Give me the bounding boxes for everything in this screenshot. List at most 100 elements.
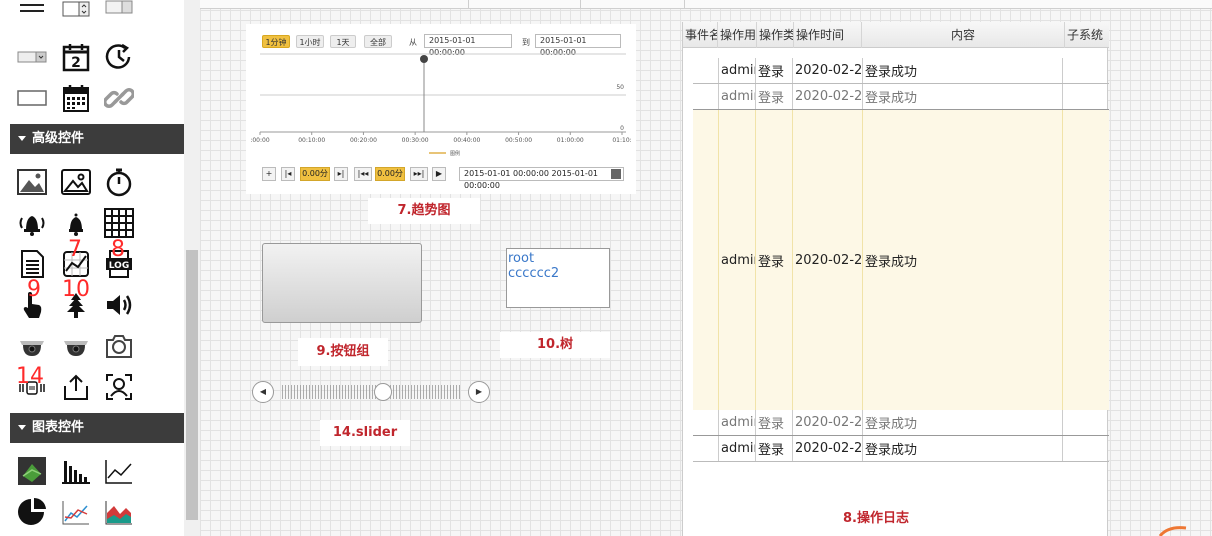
group-header-advanced[interactable]: 高级控件	[10, 124, 184, 154]
slider-left-button[interactable]: ◀	[252, 381, 274, 403]
cell-user: admin	[719, 410, 756, 435]
col-header-event[interactable]: 事件名	[683, 22, 718, 48]
group-header-chart[interactable]: 图表控件	[10, 413, 184, 443]
alarm-icon[interactable]	[17, 208, 47, 238]
calendar-icon[interactable]	[61, 83, 91, 113]
cell-content: 登录成功	[863, 410, 1063, 435]
pie-chart-icon[interactable]	[17, 497, 47, 527]
slider-widget[interactable]: ◀ ▶	[250, 378, 492, 406]
calendar-day-icon[interactable]: 2	[61, 42, 91, 72]
image-icon[interactable]	[61, 167, 91, 197]
slider-right-button[interactable]: ▶	[468, 381, 490, 403]
first-button[interactable]: |◂	[281, 167, 295, 181]
y-tick-label: 0	[620, 125, 624, 132]
tree-node[interactable]: root	[508, 251, 609, 266]
line-chart-icon[interactable]	[104, 456, 134, 486]
zoom-in-button[interactable]: +	[262, 167, 276, 181]
grid-icon[interactable]	[104, 208, 134, 238]
log-icon[interactable]: LOG	[104, 249, 134, 279]
step-forward-value[interactable]: 0.00分	[375, 167, 405, 181]
x-tick-label: 01:00:00	[557, 137, 584, 144]
fast-forward-button[interactable]: ▸▸|	[410, 167, 428, 181]
table-row[interactable]: admin登录2020-02-2登录成功	[693, 436, 1109, 462]
col-header-subsystem[interactable]: 子系统	[1065, 22, 1109, 48]
picture-icon[interactable]	[17, 167, 47, 197]
list-icon[interactable]	[17, 0, 47, 20]
operation-log-widget[interactable]: 事件名 操作用 操作类 操作时间 内容 子系统 admin登录2020-02-2…	[682, 22, 1109, 536]
step-forward-button[interactable]: ▸|	[334, 167, 348, 181]
col-header-op-time[interactable]: 操作时间	[794, 22, 862, 48]
stopwatch-icon[interactable]	[104, 167, 134, 197]
speaker-icon[interactable]	[104, 290, 134, 320]
cell-user: admin	[719, 58, 756, 83]
table-row[interactable]: admin登录2020-02-2登录成功	[693, 84, 1109, 110]
trend-plot[interactable]: 50 0 :00:00 00:10:00 00:20:00 00:30:00 00:40…	[246, 52, 636, 164]
camera-dome-icon[interactable]	[17, 331, 47, 361]
step-back-value[interactable]: 0.00分	[300, 167, 330, 181]
play-button[interactable]: ▶	[432, 167, 446, 181]
log-caption: 8.操作日志	[826, 506, 926, 532]
area-chart-icon[interactable]	[104, 497, 134, 527]
from-label: 从	[409, 38, 417, 47]
to-date-input[interactable]: 2015-01-01 00:00:00	[535, 34, 621, 57]
stepper-icon[interactable]	[61, 0, 91, 22]
tree-icon[interactable]	[61, 290, 91, 320]
from-date-input[interactable]: 2015-01-01 00:00:00	[424, 34, 512, 57]
button-hand-icon[interactable]	[17, 290, 47, 320]
button-group-widget[interactable]	[262, 243, 422, 323]
document-icon[interactable]	[17, 249, 47, 279]
textbox-icon[interactable]	[17, 83, 47, 113]
toolbar-separator	[580, 0, 581, 9]
rewind-button[interactable]: |◂◂	[354, 167, 372, 181]
trend-caption: 7.趋势图	[368, 198, 480, 224]
range-button-1min[interactable]: 1分钟	[262, 35, 290, 48]
corner-resize-icon[interactable]	[1158, 524, 1188, 536]
slider-icon[interactable]	[17, 372, 47, 402]
link-icon[interactable]	[104, 83, 134, 113]
x-tick-label: 01:10:	[612, 137, 631, 144]
face-icon[interactable]	[104, 372, 134, 402]
range-button-1hour[interactable]: 1小时	[296, 35, 324, 48]
table-row[interactable]: admin登录2020-02-2登录成功	[693, 410, 1109, 436]
dropdown-icon[interactable]	[104, 0, 134, 20]
col-header-operator[interactable]: 操作用	[718, 22, 757, 48]
switch-icon[interactable]	[17, 42, 47, 72]
share-icon[interactable]	[61, 372, 91, 402]
cell-subsystem	[1063, 110, 1109, 410]
slider-track[interactable]	[282, 385, 462, 399]
trend-chart-widget[interactable]: 1分钟 1小时 1天 全部 从 2015-01-01 00:00:00 到 20…	[246, 24, 636, 194]
multi-line-chart-icon[interactable]	[61, 497, 91, 527]
cell-time: 2020-02-2	[793, 410, 863, 435]
range-button-all[interactable]: 全部	[364, 35, 392, 48]
tree-node[interactable]: cccccc2	[508, 266, 609, 281]
3d-chart-icon[interactable]	[17, 456, 47, 486]
time-range-input[interactable]: 2015-01-01 00:00:00 2015-01-01 00:00:00	[459, 167, 624, 190]
scrollbar-thumb[interactable]	[186, 250, 198, 520]
cell-subsystem	[1063, 410, 1109, 435]
camera-icon[interactable]	[104, 331, 134, 361]
x-tick-label: :00:00	[250, 137, 269, 144]
col-header-op-type[interactable]: 操作类	[757, 22, 794, 48]
cell-time: 2020-02-2	[793, 58, 863, 83]
trend-icon[interactable]	[61, 249, 91, 279]
cell-content: 登录成功	[863, 436, 1063, 461]
crosshair-handle[interactable]	[420, 55, 428, 63]
event-cell	[693, 436, 719, 461]
bar-chart-icon[interactable]	[61, 456, 91, 486]
range-button-1day[interactable]: 1天	[330, 35, 356, 48]
slider-caption: 14.slider	[320, 420, 410, 446]
table-row[interactable]: admin登录2020-02-2登录成功	[693, 110, 1109, 410]
cell-type: 登录	[756, 84, 793, 109]
group-title: 高级控件	[32, 131, 85, 146]
cell-time: 2020-02-2	[793, 110, 863, 410]
table-row[interactable]: admin登录2020-02-2登录成功	[693, 58, 1109, 84]
bell-icon[interactable]	[61, 208, 91, 238]
event-cell	[693, 58, 719, 83]
clock-icon[interactable]	[104, 42, 134, 72]
cell-user: admin	[719, 110, 756, 410]
palette-scrollbar[interactable]	[184, 0, 200, 536]
col-header-content[interactable]: 内容	[862, 22, 1065, 48]
camera-dome-2-icon[interactable]	[61, 331, 91, 361]
tree-widget[interactable]: root cccccc2	[506, 248, 610, 308]
calendar-picker-icon[interactable]	[611, 169, 621, 179]
